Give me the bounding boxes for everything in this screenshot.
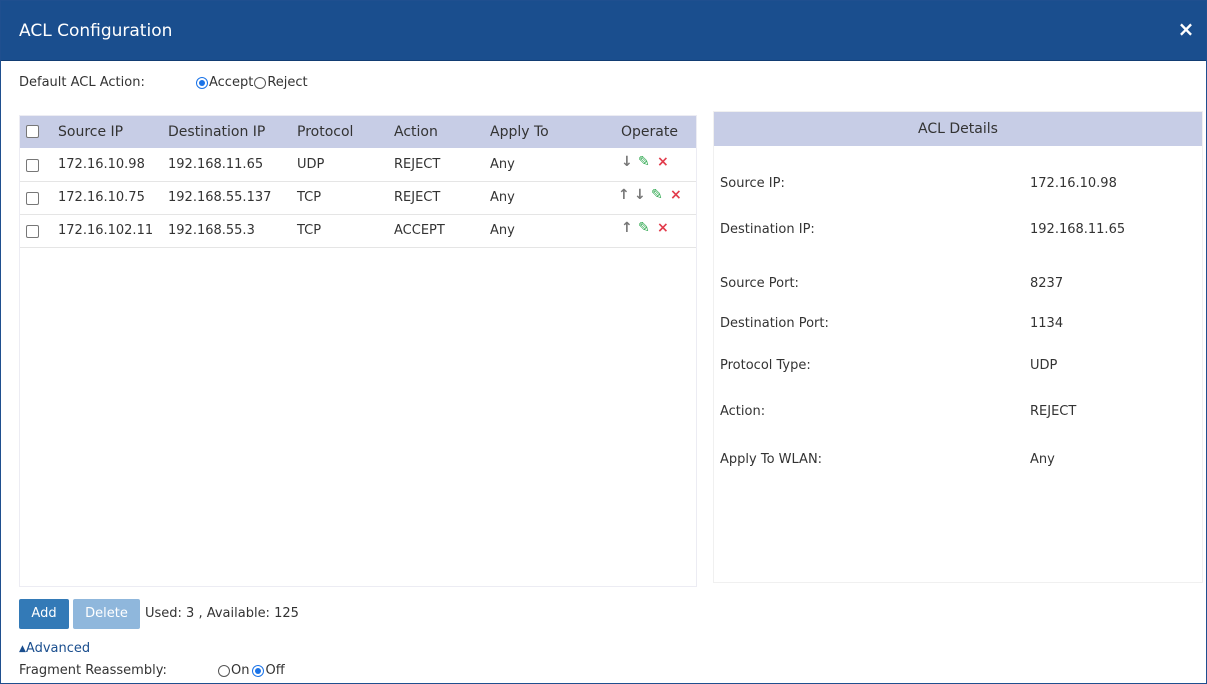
action-cell: REJECT [394,190,441,205]
apply-to-cell: Any [490,157,515,172]
source-ip-cell: 172.16.10.75 [58,190,145,205]
detail-value: UDP [1030,358,1058,373]
detail-label: Destination IP: [720,222,815,237]
detail-label: Destination Port: [720,316,829,331]
apply-to-header: Apply To [490,124,549,140]
protocol-header: Protocol [297,124,354,140]
detail-label: Action: [720,404,766,419]
delete-icon[interactable]: × [670,187,682,203]
detail-value: 172.16.10.98 [1030,176,1117,191]
source-ip-cell: 172.16.102.11 [58,223,154,238]
edit-icon[interactable]: ✎ [638,154,650,170]
detail-value: 1134 [1030,316,1064,331]
usage-summary: Used: 3 , Available: 125 [145,606,299,621]
chevron-up-icon: ▲ [19,644,26,654]
move-up-icon[interactable]: ↑ [621,220,633,236]
default-acl-action-label: Default ACL Action: [19,75,145,90]
delete-button: Delete [73,599,140,629]
protocol-cell: TCP [297,190,322,205]
apply-to-cell: Any [490,190,515,205]
add-button[interactable]: Add [19,599,69,629]
row-checkbox[interactable] [26,192,39,205]
delete-icon[interactable]: × [657,220,669,236]
destination-ip-cell: 192.168.55.3 [168,223,255,238]
table-row[interactable]: 172.16.102.11 192.168.55.3 TCP ACCEPT An… [20,215,696,248]
row-checkbox[interactable] [26,159,39,172]
move-down-icon[interactable]: ↓ [621,154,633,170]
detail-label: Apply To WLAN: [720,452,823,467]
move-up-icon[interactable]: ↑ [618,187,630,203]
row-checkbox[interactable] [26,225,39,238]
detail-value: REJECT [1030,404,1077,419]
detail-label: Source IP: [720,176,785,191]
delete-icon[interactable]: × [657,154,669,170]
select-all-checkbox[interactable] [26,125,39,138]
table-row[interactable]: 172.16.10.98 192.168.11.65 UDP REJECT An… [20,149,696,182]
source-ip-cell: 172.16.10.98 [58,157,145,172]
detail-label: Source Port: [720,276,799,291]
fragment-off-label: Off [265,663,285,678]
accept-label: Accept [209,75,254,90]
acl-configuration-dialog: ACL Configuration × Default ACL Action: … [0,0,1207,684]
fragment-on-radio[interactable] [218,664,230,677]
accept-radio[interactable] [196,76,208,89]
destination-ip-header: Destination IP [168,124,266,140]
advanced-toggle[interactable]: ▲Advanced [19,641,90,656]
source-ip-header: Source IP [58,124,124,140]
reject-label: Reject [267,75,308,90]
close-icon[interactable]: × [1174,17,1198,41]
detail-label: Protocol Type: [720,358,811,373]
acl-details-panel: ACL Details Source IP: 172.16.10.98 Dest… [713,111,1203,583]
destination-ip-cell: 192.168.55.137 [168,190,272,205]
dialog-title: ACL Configuration [19,21,173,41]
detail-value: 8237 [1030,276,1064,291]
detail-value: 192.168.11.65 [1030,222,1126,237]
acl-details-title: ACL Details [714,112,1202,146]
reject-radio[interactable] [254,76,267,89]
move-down-icon[interactable]: ↓ [634,187,646,203]
fragment-off-radio[interactable] [252,664,265,677]
fragment-on-label: On [231,663,250,678]
advanced-label: Advanced [25,641,91,656]
table-header-row: Source IP Destination IP Protocol Action… [20,116,696,148]
action-cell: ACCEPT [394,223,445,238]
apply-to-cell: Any [490,223,515,238]
default-acl-action-radio-group: Accept Reject [196,75,308,90]
action-cell: REJECT [394,157,441,172]
edit-icon[interactable]: ✎ [638,220,650,236]
action-header: Action [394,124,438,140]
acl-rule-table: Source IP Destination IP Protocol Action… [19,115,697,587]
protocol-cell: TCP [297,223,322,238]
protocol-cell: UDP [297,157,325,172]
fragment-reassembly-label: Fragment Reassembly: [19,663,167,678]
operate-header: Operate [621,124,678,140]
destination-ip-cell: 192.168.11.65 [168,157,264,172]
table-row[interactable]: 172.16.10.75 192.168.55.137 TCP REJECT A… [20,182,696,215]
edit-icon[interactable]: ✎ [651,187,663,203]
dialog-titlebar: ACL Configuration × [1,1,1206,61]
fragment-reassembly-radio-group: On Off [218,663,285,678]
detail-value: Any [1030,452,1055,467]
